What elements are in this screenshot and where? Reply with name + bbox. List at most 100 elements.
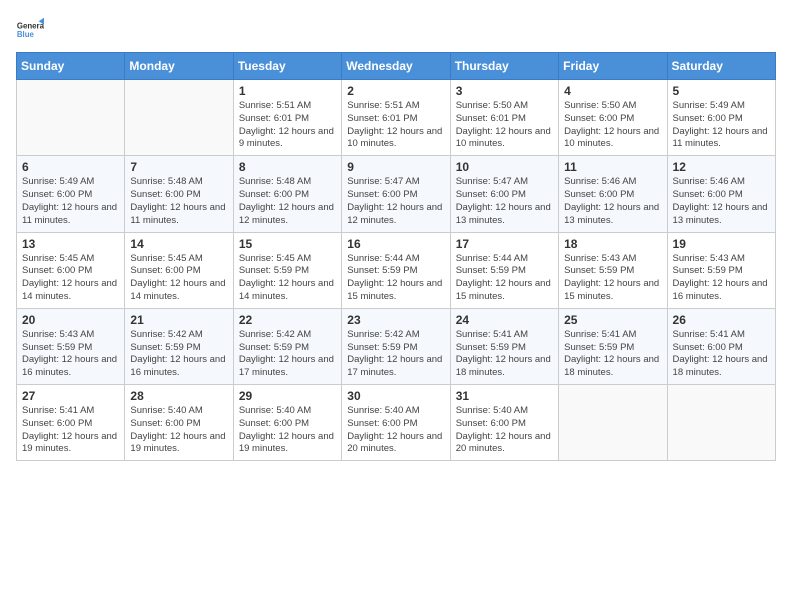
- calendar-cell: 17 Sunrise: 5:44 AMSunset: 5:59 PMDayligh…: [450, 232, 558, 308]
- day-info: Sunrise: 5:47 AMSunset: 6:00 PMDaylight:…: [347, 176, 444, 227]
- weekday-header-row: SundayMondayTuesdayWednesdayThursdayFrid…: [17, 53, 776, 80]
- day-info: Sunrise: 5:42 AMSunset: 5:59 PMDaylight:…: [347, 329, 444, 380]
- day-number: 5: [673, 84, 770, 98]
- day-number: 20: [22, 313, 119, 327]
- calendar-cell: 31 Sunrise: 5:40 AMSunset: 6:00 PMDayligh…: [450, 385, 558, 461]
- calendar-header: SundayMondayTuesdayWednesdayThursdayFrid…: [17, 53, 776, 80]
- calendar-cell: 29 Sunrise: 5:40 AMSunset: 6:00 PMDayligh…: [233, 385, 341, 461]
- day-info: Sunrise: 5:40 AMSunset: 6:00 PMDaylight:…: [456, 405, 553, 456]
- day-info: Sunrise: 5:47 AMSunset: 6:00 PMDaylight:…: [456, 176, 553, 227]
- calendar-cell: 3 Sunrise: 5:50 AMSunset: 6:01 PMDaylight…: [450, 80, 558, 156]
- calendar-cell: 11Sunrise: 5:46 AMSunset: 6:00 PMDayligh…: [559, 156, 667, 232]
- calendar-cell: 24 Sunrise: 5:41 AMSunset: 5:59 PMDayligh…: [450, 308, 558, 384]
- day-number: 13: [22, 237, 119, 251]
- calendar-cell: 16Sunrise: 5:44 AMSunset: 5:59 PMDayligh…: [342, 232, 450, 308]
- calendar-cell: 27Sunrise: 5:41 AMSunset: 6:00 PMDayligh…: [17, 385, 125, 461]
- day-info: Sunrise: 5:49 AMSunset: 6:00 PMDaylight:…: [673, 100, 770, 151]
- day-number: 10: [456, 160, 553, 174]
- day-info: Sunrise: 5:40 AMSunset: 6:00 PMDaylight:…: [347, 405, 444, 456]
- day-info: Sunrise: 5:42 AMSunset: 5:59 PMDaylight:…: [239, 329, 336, 380]
- day-info: Sunrise: 5:42 AMSunset: 5:59 PMDaylight:…: [130, 329, 227, 380]
- day-number: 19: [673, 237, 770, 251]
- day-info: Sunrise: 5:40 AMSunset: 6:00 PMDaylight:…: [130, 405, 227, 456]
- calendar-cell: 5 Sunrise: 5:49 AMSunset: 6:00 PMDaylight…: [667, 80, 775, 156]
- calendar-cell: 13 Sunrise: 5:45 AMSunset: 6:00 PMDayligh…: [17, 232, 125, 308]
- day-info: Sunrise: 5:50 AMSunset: 6:01 PMDaylight:…: [456, 100, 553, 151]
- svg-text:Blue: Blue: [17, 30, 35, 39]
- day-number: 31: [456, 389, 553, 403]
- day-info: Sunrise: 5:44 AMSunset: 5:59 PMDaylight:…: [347, 253, 444, 304]
- day-info: Sunrise: 5:43 AMSunset: 5:59 PMDaylight:…: [564, 253, 661, 304]
- day-number: 25: [564, 313, 661, 327]
- calendar-body: 1 Sunrise: 5:51 AMSunset: 6:01 PMDaylight…: [17, 80, 776, 461]
- logo-icon: General Blue: [16, 16, 44, 44]
- day-number: 9: [347, 160, 444, 174]
- day-number: 3: [456, 84, 553, 98]
- day-number: 28: [130, 389, 227, 403]
- day-number: 6: [22, 160, 119, 174]
- calendar-cell: 12Sunrise: 5:46 AMSunset: 6:00 PMDayligh…: [667, 156, 775, 232]
- calendar-cell: [125, 80, 233, 156]
- day-info: Sunrise: 5:44 AMSunset: 5:59 PMDaylight:…: [456, 253, 553, 304]
- day-number: 22: [239, 313, 336, 327]
- day-number: 18: [564, 237, 661, 251]
- calendar-cell: 19Sunrise: 5:43 AMSunset: 5:59 PMDayligh…: [667, 232, 775, 308]
- calendar-cell: 7 Sunrise: 5:48 AMSunset: 6:00 PMDaylight…: [125, 156, 233, 232]
- calendar-week-2: 6 Sunrise: 5:49 AMSunset: 6:00 PMDaylight…: [17, 156, 776, 232]
- day-info: Sunrise: 5:40 AMSunset: 6:00 PMDaylight:…: [239, 405, 336, 456]
- page-header: General Blue: [16, 16, 776, 44]
- calendar-week-5: 27Sunrise: 5:41 AMSunset: 6:00 PMDayligh…: [17, 385, 776, 461]
- calendar-cell: 10 Sunrise: 5:47 AMSunset: 6:00 PMDayligh…: [450, 156, 558, 232]
- day-number: 4: [564, 84, 661, 98]
- day-info: Sunrise: 5:41 AMSunset: 5:59 PMDaylight:…: [456, 329, 553, 380]
- calendar-week-3: 13 Sunrise: 5:45 AMSunset: 6:00 PMDayligh…: [17, 232, 776, 308]
- day-number: 7: [130, 160, 227, 174]
- day-number: 24: [456, 313, 553, 327]
- calendar-cell: 6 Sunrise: 5:49 AMSunset: 6:00 PMDaylight…: [17, 156, 125, 232]
- day-number: 23: [347, 313, 444, 327]
- calendar-cell: 9 Sunrise: 5:47 AMSunset: 6:00 PMDaylight…: [342, 156, 450, 232]
- day-number: 26: [673, 313, 770, 327]
- logo: General Blue: [16, 16, 48, 44]
- calendar-cell: 21 Sunrise: 5:42 AMSunset: 5:59 PMDayligh…: [125, 308, 233, 384]
- weekday-header-tuesday: Tuesday: [233, 53, 341, 80]
- day-number: 12: [673, 160, 770, 174]
- day-number: 1: [239, 84, 336, 98]
- calendar-cell: [17, 80, 125, 156]
- day-number: 29: [239, 389, 336, 403]
- day-number: 17: [456, 237, 553, 251]
- svg-text:General: General: [17, 21, 44, 30]
- day-number: 2: [347, 84, 444, 98]
- calendar-week-4: 20Sunrise: 5:43 AMSunset: 5:59 PMDayligh…: [17, 308, 776, 384]
- day-info: Sunrise: 5:41 AMSunset: 6:00 PMDaylight:…: [22, 405, 119, 456]
- day-info: Sunrise: 5:49 AMSunset: 6:00 PMDaylight:…: [22, 176, 119, 227]
- day-info: Sunrise: 5:41 AMSunset: 6:00 PMDaylight:…: [673, 329, 770, 380]
- day-info: Sunrise: 5:50 AMSunset: 6:00 PMDaylight:…: [564, 100, 661, 151]
- day-number: 15: [239, 237, 336, 251]
- day-info: Sunrise: 5:41 AMSunset: 5:59 PMDaylight:…: [564, 329, 661, 380]
- weekday-header-wednesday: Wednesday: [342, 53, 450, 80]
- calendar-cell: 4 Sunrise: 5:50 AMSunset: 6:00 PMDaylight…: [559, 80, 667, 156]
- day-number: 21: [130, 313, 227, 327]
- calendar-cell: 30 Sunrise: 5:40 AMSunset: 6:00 PMDayligh…: [342, 385, 450, 461]
- calendar-cell: [667, 385, 775, 461]
- calendar-cell: 25 Sunrise: 5:41 AMSunset: 5:59 PMDayligh…: [559, 308, 667, 384]
- calendar-cell: 18 Sunrise: 5:43 AMSunset: 5:59 PMDayligh…: [559, 232, 667, 308]
- calendar-cell: 22 Sunrise: 5:42 AMSunset: 5:59 PMDayligh…: [233, 308, 341, 384]
- day-info: Sunrise: 5:48 AMSunset: 6:00 PMDaylight:…: [239, 176, 336, 227]
- calendar-cell: [559, 385, 667, 461]
- weekday-header-monday: Monday: [125, 53, 233, 80]
- day-info: Sunrise: 5:45 AMSunset: 6:00 PMDaylight:…: [22, 253, 119, 304]
- weekday-header-friday: Friday: [559, 53, 667, 80]
- calendar-week-1: 1 Sunrise: 5:51 AMSunset: 6:01 PMDaylight…: [17, 80, 776, 156]
- day-number: 30: [347, 389, 444, 403]
- day-info: Sunrise: 5:46 AMSunset: 6:00 PMDaylight:…: [564, 176, 661, 227]
- day-info: Sunrise: 5:45 AMSunset: 6:00 PMDaylight:…: [130, 253, 227, 304]
- day-info: Sunrise: 5:48 AMSunset: 6:00 PMDaylight:…: [130, 176, 227, 227]
- calendar-cell: 28 Sunrise: 5:40 AMSunset: 6:00 PMDayligh…: [125, 385, 233, 461]
- weekday-header-saturday: Saturday: [667, 53, 775, 80]
- day-info: Sunrise: 5:51 AMSunset: 6:01 PMDaylight:…: [239, 100, 336, 151]
- calendar-cell: 14Sunrise: 5:45 AMSunset: 6:00 PMDayligh…: [125, 232, 233, 308]
- calendar-cell: 8Sunrise: 5:48 AMSunset: 6:00 PMDaylight…: [233, 156, 341, 232]
- day-info: Sunrise: 5:45 AMSunset: 5:59 PMDaylight:…: [239, 253, 336, 304]
